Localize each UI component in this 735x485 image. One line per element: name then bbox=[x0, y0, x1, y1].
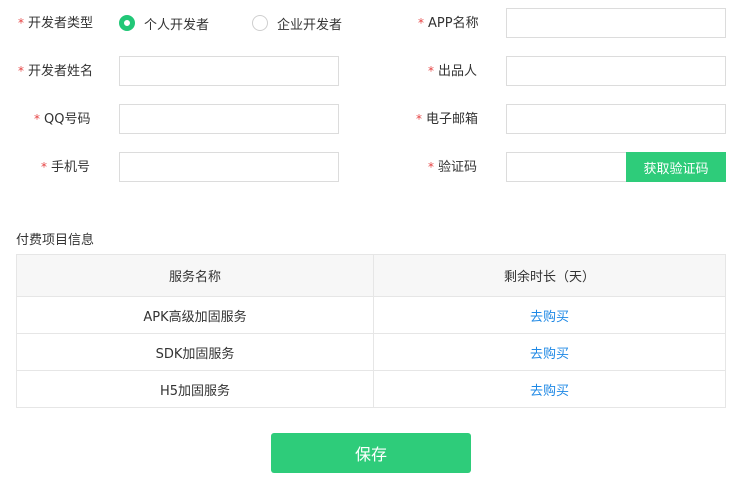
table-row: APK高级加固服务 去购买 bbox=[16, 296, 726, 334]
table-row: H5加固服务 去购买 bbox=[16, 370, 726, 408]
required-mark: * bbox=[428, 160, 434, 174]
required-mark: * bbox=[18, 16, 24, 30]
developer-type-label-text: 开发者类型 bbox=[28, 16, 94, 31]
captcha-input[interactable] bbox=[506, 152, 627, 182]
captcha-label-text: 验证码 bbox=[438, 160, 478, 175]
column-header-remaining-days: 剩余时长（天） bbox=[373, 254, 726, 297]
buy-link[interactable]: 去购买 bbox=[373, 370, 726, 408]
column-header-service-name: 服务名称 bbox=[16, 254, 374, 297]
radio-personal-label: 个人开发者 bbox=[144, 17, 210, 33]
qq-label: * QQ号码 bbox=[34, 104, 90, 134]
email-label: * 电子邮箱 bbox=[416, 104, 478, 134]
required-mark: * bbox=[428, 64, 434, 78]
table-header-row: 服务名称 剩余时长（天） bbox=[16, 254, 726, 297]
radio-enterprise-developer[interactable]: 企业开发者 bbox=[252, 8, 342, 38]
paid-items-title: 付费项目信息 bbox=[16, 233, 95, 248]
required-mark: * bbox=[416, 112, 422, 126]
buy-link[interactable]: 去购买 bbox=[373, 333, 726, 371]
radio-unchecked-icon[interactable] bbox=[252, 15, 268, 31]
developer-name-label-text: 开发者姓名 bbox=[28, 64, 94, 79]
phone-label: * 手机号 bbox=[41, 152, 90, 182]
phone-label-text: 手机号 bbox=[51, 160, 91, 175]
email-input[interactable] bbox=[506, 104, 726, 134]
app-name-input[interactable] bbox=[506, 8, 726, 38]
required-mark: * bbox=[34, 112, 40, 126]
service-name-cell: APK高级加固服务 bbox=[16, 296, 374, 334]
qq-label-text: QQ号码 bbox=[44, 112, 91, 127]
paid-items-table: 服务名称 剩余时长（天） APK高级加固服务 去购买 SDK加固服务 去购买 H… bbox=[16, 254, 726, 408]
radio-enterprise-label: 企业开发者 bbox=[277, 17, 343, 33]
service-name-cell: H5加固服务 bbox=[16, 370, 374, 408]
app-name-label: * APP名称 bbox=[418, 8, 479, 38]
publisher-label-text: 出品人 bbox=[438, 64, 478, 79]
required-mark: * bbox=[18, 64, 24, 78]
app-name-label-text: APP名称 bbox=[428, 16, 479, 31]
developer-name-input[interactable] bbox=[119, 56, 339, 86]
publisher-label: * 出品人 bbox=[428, 56, 477, 86]
email-label-text: 电子邮箱 bbox=[426, 112, 479, 127]
buy-link[interactable]: 去购买 bbox=[373, 296, 726, 334]
developer-name-label: * 开发者姓名 bbox=[18, 56, 93, 86]
save-button[interactable]: 保存 bbox=[271, 433, 471, 473]
required-mark: * bbox=[41, 160, 47, 174]
required-mark: * bbox=[418, 16, 424, 30]
developer-type-label: * 开发者类型 bbox=[18, 8, 93, 38]
qq-input[interactable] bbox=[119, 104, 339, 134]
service-name-cell: SDK加固服务 bbox=[16, 333, 374, 371]
captcha-label: * 验证码 bbox=[428, 152, 477, 182]
phone-input[interactable] bbox=[119, 152, 339, 182]
radio-personal-developer[interactable]: 个人开发者 bbox=[119, 8, 209, 38]
radio-checked-icon[interactable] bbox=[119, 15, 135, 31]
table-row: SDK加固服务 去购买 bbox=[16, 333, 726, 371]
publisher-input[interactable] bbox=[506, 56, 726, 86]
get-captcha-button[interactable]: 获取验证码 bbox=[626, 152, 726, 182]
